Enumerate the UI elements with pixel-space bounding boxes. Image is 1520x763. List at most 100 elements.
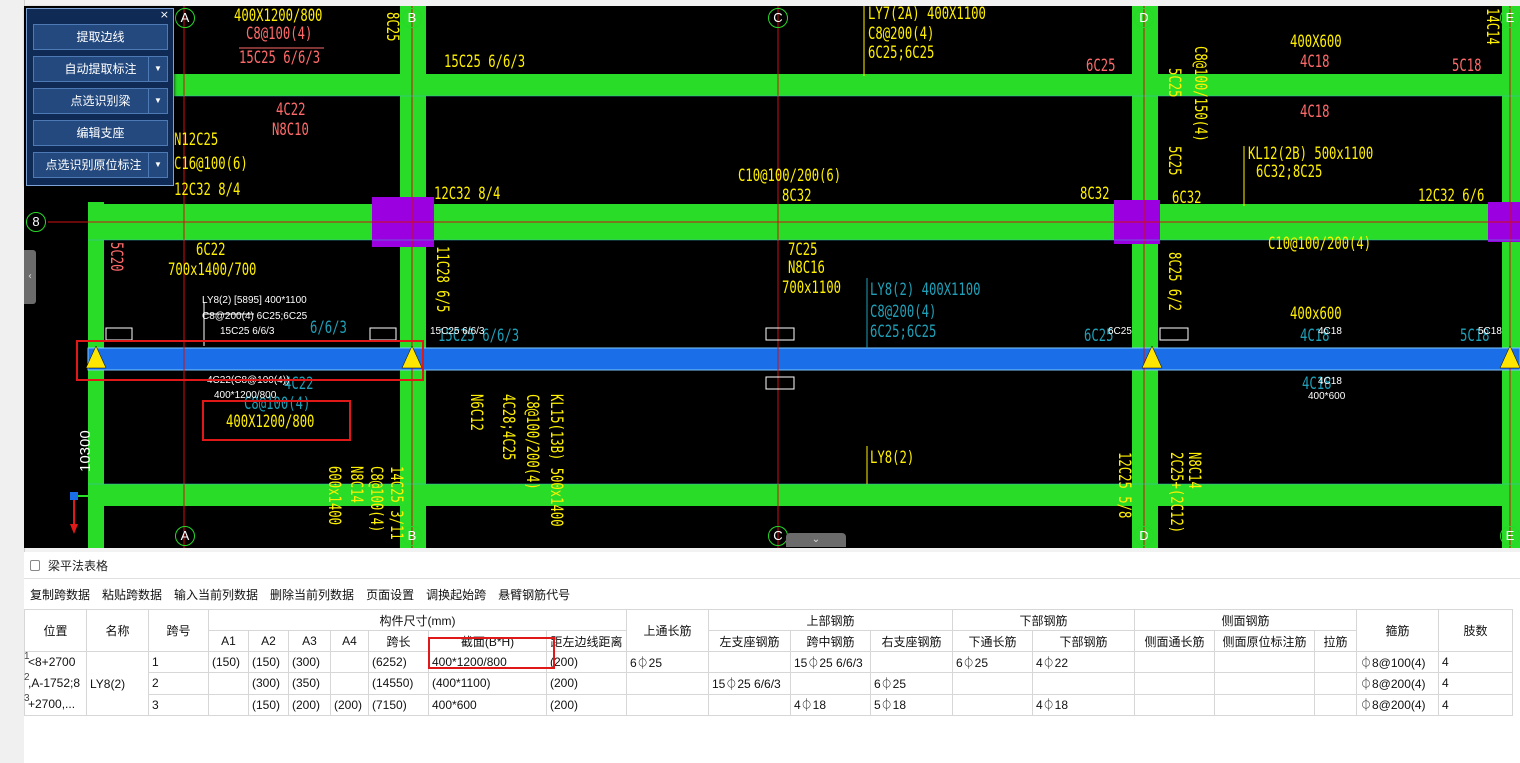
- cell-mid[interactable]: 4⏀18: [790, 693, 871, 717]
- cell-span[interactable]: 3: [148, 693, 209, 717]
- cad-text: 5C18: [1452, 56, 1482, 76]
- cell-a2[interactable]: (150): [248, 650, 289, 674]
- cell-legs[interactable]: 4: [1438, 650, 1513, 674]
- cad-text: 700x1100: [782, 278, 841, 298]
- cell-mid[interactable]: 15⏀25 6/6/3: [790, 650, 871, 674]
- header-side-through: 侧面通长筋: [1134, 630, 1215, 652]
- beam-table: 位置 名称 跨号 构件尺寸(mm) 上通长筋 上部钢筋 下部钢筋 侧面钢筋 箍筋…: [24, 609, 1513, 717]
- cell-length[interactable]: (6252): [368, 650, 429, 674]
- cell-a2[interactable]: (150): [248, 693, 289, 717]
- cell-side-through[interactable]: [1134, 693, 1215, 717]
- cad-text: 4C18: [1300, 102, 1330, 122]
- table-row[interactable]: <8+2700 ,A-1752;8 +2700,... LY8(2) 1 (150)…: [24, 650, 1513, 716]
- pick-recognize-inplace-button[interactable]: 点选识别原位标注 ▼: [33, 152, 168, 178]
- cell-right-support[interactable]: [870, 650, 953, 674]
- cell-right-support[interactable]: 5⏀18: [870, 693, 953, 717]
- cell-left-support[interactable]: 15⏀25 6/6/3: [708, 672, 791, 695]
- cell-a4[interactable]: (200): [330, 693, 369, 717]
- cell-bottom-through[interactable]: 6⏀25: [952, 650, 1033, 674]
- cell-edge[interactable]: (200): [546, 693, 627, 717]
- cad-drawing-canvas[interactable]: A B C D E A B C D E 8 10300 400X1200/800…: [24, 6, 1520, 548]
- cell-a4[interactable]: [330, 672, 369, 695]
- cad-label: 15C25 6/6/3: [220, 326, 275, 337]
- collapse-left-tab[interactable]: ‹: [24, 250, 36, 304]
- highlight-box-beam: [76, 340, 424, 381]
- cell-a1[interactable]: [208, 693, 249, 717]
- cell-side-original[interactable]: [1214, 693, 1315, 717]
- cell-top-through[interactable]: 6⏀25: [626, 650, 709, 674]
- auto-extract-labels-button[interactable]: 自动提取标注 ▼: [33, 56, 168, 82]
- cell-edge[interactable]: (200): [546, 672, 627, 695]
- cell-name[interactable]: LY8(2): [86, 651, 149, 716]
- cell-side-through[interactable]: [1134, 650, 1215, 674]
- delete-column-data-button[interactable]: 删除当前列数据: [270, 586, 354, 603]
- cell-a4[interactable]: [330, 650, 369, 674]
- cell-mid[interactable]: [790, 672, 871, 695]
- cell-side-original[interactable]: [1214, 672, 1315, 695]
- cell-span[interactable]: 2: [148, 672, 209, 695]
- cell-bottom[interactable]: [1032, 672, 1135, 695]
- cell-top-through[interactable]: [626, 693, 709, 717]
- swap-start-span-button[interactable]: 调换起始跨: [426, 586, 486, 603]
- recognition-toolbox: × 提取边线 自动提取标注 ▼ 点选识别梁 ▼ 编辑支座 点选识别原位标注 ▼: [26, 8, 174, 186]
- cantilever-code-button[interactable]: 悬臂钢筋代号: [498, 586, 570, 603]
- table-row[interactable]: 3 (150) (200) (200) (7150) 400*600 (200)…: [25, 693, 1513, 717]
- cell-length[interactable]: (14550): [368, 672, 429, 695]
- cell-left-support[interactable]: [708, 693, 791, 717]
- cell-a1[interactable]: [208, 672, 249, 695]
- cell-tie[interactable]: [1314, 650, 1357, 674]
- cell-stirrup[interactable]: ⏀8@200(4): [1356, 672, 1439, 695]
- close-icon[interactable]: ×: [160, 8, 169, 21]
- cell-edge[interactable]: (200): [546, 650, 627, 674]
- edit-support-button[interactable]: 编辑支座: [33, 120, 168, 146]
- paste-span-data-button[interactable]: 粘贴跨数据: [102, 586, 162, 603]
- cad-label: 15C25 6/6/3: [430, 326, 485, 337]
- chevron-down-icon[interactable]: ▼: [148, 57, 167, 81]
- cell-side-original[interactable]: [1214, 650, 1315, 674]
- cell-a3[interactable]: (200): [288, 693, 331, 717]
- cell-tie[interactable]: [1314, 693, 1357, 717]
- collapse-bottom-tab[interactable]: ⌄: [786, 533, 846, 547]
- beam-top[interactable]: [88, 74, 1520, 96]
- cell-section[interactable]: 400*600: [428, 693, 547, 717]
- beam-bottom[interactable]: [88, 484, 1520, 506]
- cell-length[interactable]: (7150): [368, 693, 429, 717]
- beam-axis-d[interactable]: [1132, 6, 1158, 548]
- cell-legs[interactable]: 4: [1438, 672, 1513, 695]
- cad-text: 600x1400: [324, 466, 344, 525]
- cell-top-through[interactable]: [626, 672, 709, 695]
- cell-bottom-through[interactable]: [952, 672, 1033, 695]
- cell-stirrup[interactable]: ⏀8@200(4): [1356, 693, 1439, 717]
- cell-a3[interactable]: (350): [288, 672, 331, 695]
- axis-bubble-bottom-d: D: [1134, 526, 1154, 546]
- cell-legs[interactable]: 4: [1438, 693, 1513, 717]
- axis-bubble-top-b: B: [402, 8, 422, 28]
- cell-bottom-through[interactable]: [952, 693, 1033, 717]
- cell-bottom[interactable]: 4⏀22: [1032, 650, 1135, 674]
- cad-text: 6C22: [196, 240, 226, 260]
- cell-tie[interactable]: [1314, 672, 1357, 695]
- cell-right-support[interactable]: 6⏀25: [870, 672, 953, 695]
- cell-side-through[interactable]: [1134, 672, 1215, 695]
- pick-recognize-beam-button[interactable]: 点选识别梁 ▼: [33, 88, 168, 114]
- cell-left-support[interactable]: [708, 650, 791, 674]
- beam-axis-e[interactable]: [1502, 6, 1520, 548]
- cell-span[interactable]: 1: [148, 650, 209, 674]
- cad-text: 8C25 6/2: [1164, 252, 1184, 311]
- extract-edges-button[interactable]: 提取边线: [33, 24, 168, 50]
- chevron-down-icon[interactable]: ▼: [148, 89, 167, 113]
- cell-a1[interactable]: (150): [208, 650, 249, 674]
- cell-a3[interactable]: (300): [288, 650, 331, 674]
- cell-bottom[interactable]: 4⏀18: [1032, 693, 1135, 717]
- cell-a2[interactable]: (300): [248, 672, 289, 695]
- axis-bubble-top-d: D: [1134, 8, 1154, 28]
- chevron-down-icon[interactable]: ▼: [148, 153, 167, 177]
- cell-stirrup[interactable]: ⏀8@100(4): [1356, 650, 1439, 674]
- copy-span-data-button[interactable]: 复制跨数据: [30, 586, 90, 603]
- dimension-10300: 10300: [77, 430, 94, 472]
- page-setup-button[interactable]: 页面设置: [366, 586, 414, 603]
- cell-section[interactable]: (400*1100): [428, 672, 547, 695]
- input-column-data-button[interactable]: 输入当前列数据: [174, 586, 258, 603]
- lock-icon[interactable]: [30, 559, 40, 571]
- table-row[interactable]: 2 (300) (350) (14550) (400*1100) (200) 1…: [25, 672, 1513, 695]
